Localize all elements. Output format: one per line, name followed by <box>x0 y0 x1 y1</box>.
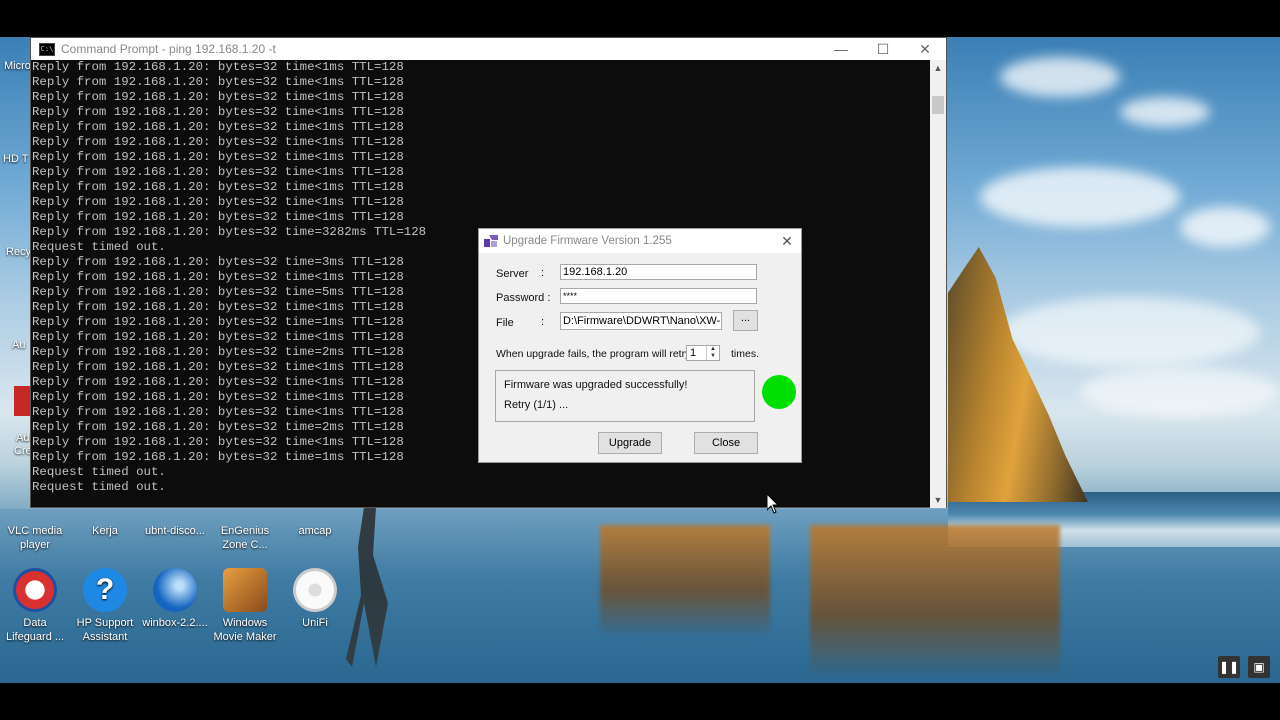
scrollbar-thumb[interactable] <box>932 96 944 114</box>
desktop-icon-label: UniFi <box>302 617 328 629</box>
cmd-output-line: Reply from 192.168.1.20: bytes=32 time<1… <box>32 180 404 194</box>
browse-button[interactable]: ... <box>733 310 758 331</box>
winbox-icon <box>153 568 197 612</box>
desktop-icon-label: HP Support Assistant <box>76 617 134 643</box>
dialog-title-bar[interactable]: Upgrade Firmware Version 1.255 ✕ <box>479 229 801 253</box>
desktop-icon-vlc[interactable]: VLC media player <box>0 508 70 552</box>
file-label: File <box>496 317 514 329</box>
close-button[interactable]: ✕ <box>903 38 947 60</box>
scroll-down-arrow-icon[interactable]: ▼ <box>930 492 946 508</box>
partial-label-hd: HD T <box>3 153 29 165</box>
firmware-app-icon <box>484 235 498 247</box>
partial-label-audio: Au <box>12 339 26 351</box>
stepper-arrows-icon[interactable]: ▲ ▼ <box>706 346 719 360</box>
desktop-icon-label: Windows Movie Maker <box>213 617 277 643</box>
partial-label-microsoft: Micro <box>4 60 31 72</box>
fullscreen-button[interactable]: ▣ <box>1248 656 1270 678</box>
status-success-message: Firmware was upgraded successfully! <box>504 379 688 391</box>
upgrade-button[interactable]: Upgrade <box>598 432 662 454</box>
cmd-output-line: Reply from 192.168.1.20: bytes=32 time<1… <box>32 60 404 74</box>
cmd-output-line: Request timed out. <box>32 465 166 479</box>
status-message-box: Firmware was upgraded successfully! Retr… <box>495 370 755 422</box>
password-label: Password : <box>496 292 551 304</box>
desktop-icon-label: Data Lifeguard ... <box>5 617 65 643</box>
unifi-icon <box>293 568 337 612</box>
retry-text-suffix: times. <box>731 348 760 360</box>
cmd-output-line: Reply from 192.168.1.20: bytes=32 time<1… <box>32 165 404 179</box>
desktop-icon-hp-support[interactable]: ? HP Support Assistant <box>70 568 140 644</box>
partial-label-recycle: Recy <box>6 246 32 258</box>
status-retry-message: Retry (1/1) ... <box>504 399 569 411</box>
lifeguard-icon <box>13 568 57 612</box>
upgrade-firmware-dialog[interactable]: Upgrade Firmware Version 1.255 ✕ Server … <box>478 228 802 463</box>
close-dialog-button[interactable]: Close <box>694 432 758 454</box>
dialog-close-icon[interactable]: ✕ <box>777 231 797 251</box>
desktop-icon-amcap[interactable]: amcap <box>280 508 350 538</box>
dialog-title: Upgrade Firmware Version 1.255 <box>503 235 672 247</box>
rock-formation <box>948 247 1088 502</box>
desktop-icon-unifi[interactable]: UniFi <box>280 568 350 630</box>
cmd-output-line: Reply from 192.168.1.20: bytes=32 time<1… <box>32 105 404 119</box>
cmd-output-line: Reply from 192.168.1.20: bytes=32 time<1… <box>32 195 404 209</box>
mouse-cursor-icon <box>767 494 779 514</box>
cmd-scrollbar[interactable]: ▲ ▼ <box>930 60 946 508</box>
desktop-icon-winbox[interactable]: winbox-2.2.... <box>140 568 210 630</box>
cmd-output-line: Request timed out. <box>32 480 166 494</box>
desktop-icon-kerja[interactable]: Kerja <box>70 508 140 538</box>
help-question-icon: ? <box>83 568 127 612</box>
server-input[interactable]: 192.168.1.20 <box>560 264 757 280</box>
maximize-button[interactable]: ☐ <box>861 38 905 60</box>
cmd-output-line: Reply from 192.168.1.20: bytes=32 time<1… <box>32 150 404 164</box>
partial-label-adobe: Ad <box>16 432 30 444</box>
server-colon: : <box>541 267 545 279</box>
file-path-input[interactable]: D:\Firmware\DDWRT\Nano\XW-D <box>560 312 722 330</box>
retry-count-value: 1 <box>690 347 697 359</box>
cmd-window-title: Command Prompt - ping 192.168.1.20 -t <box>61 42 276 56</box>
desktop-icon-ubnt-discovery[interactable]: ubnt-disco... <box>140 508 210 538</box>
desktop-icon-label: EnGenius Zone C... <box>220 525 270 551</box>
status-indicator-led <box>762 375 796 409</box>
retry-text-prefix: When upgrade fails, the program will ret… <box>496 348 691 360</box>
partial-icon-red[interactable] <box>14 386 30 416</box>
server-label: Server <box>496 268 529 280</box>
password-input[interactable]: **** <box>560 288 757 304</box>
cmd-title-bar[interactable]: C:\ Command Prompt - ping 192.168.1.20 -… <box>31 38 946 60</box>
desktop-icon-label: Kerja <box>92 525 118 537</box>
cmd-app-icon: C:\ <box>39 42 55 56</box>
desktop-icon-data-lifeguard[interactable]: Data Lifeguard ... <box>0 568 70 644</box>
desktop-icon-label: ubnt-disco... <box>145 525 205 537</box>
cmd-output-line: Reply from 192.168.1.20: bytes=32 time<1… <box>32 90 404 104</box>
pause-button[interactable]: ❚❚ <box>1218 656 1240 678</box>
cmd-output-line: Reply from 192.168.1.20: bytes=32 time<1… <box>32 120 404 134</box>
desktop-icon-label: VLC media player <box>7 525 63 551</box>
file-colon: : <box>541 316 545 328</box>
cmd-output-line: Reply from 192.168.1.20: bytes=32 time<1… <box>32 75 404 89</box>
cmd-output-line: Reply from 192.168.1.20: bytes=32 time<1… <box>32 135 404 149</box>
movie-maker-icon <box>223 568 267 612</box>
minimize-button[interactable]: — <box>819 38 863 60</box>
bottom-letterbox <box>0 683 1280 720</box>
desktop-icon-label: winbox-2.2.... <box>142 617 208 629</box>
retry-count-stepper[interactable]: 1 ▲ ▼ <box>686 345 720 361</box>
scroll-up-arrow-icon[interactable]: ▲ <box>930 60 946 76</box>
top-letterbox <box>0 0 1280 37</box>
desktop-icon-movie-maker[interactable]: Windows Movie Maker <box>210 568 280 644</box>
desktop-icon-engenius[interactable]: EnGenius Zone C... <box>210 508 280 552</box>
desktop-icon-label: amcap <box>298 525 332 537</box>
cmd-output-line: Reply from 192.168.1.20: bytes=32 time<1… <box>32 210 404 224</box>
